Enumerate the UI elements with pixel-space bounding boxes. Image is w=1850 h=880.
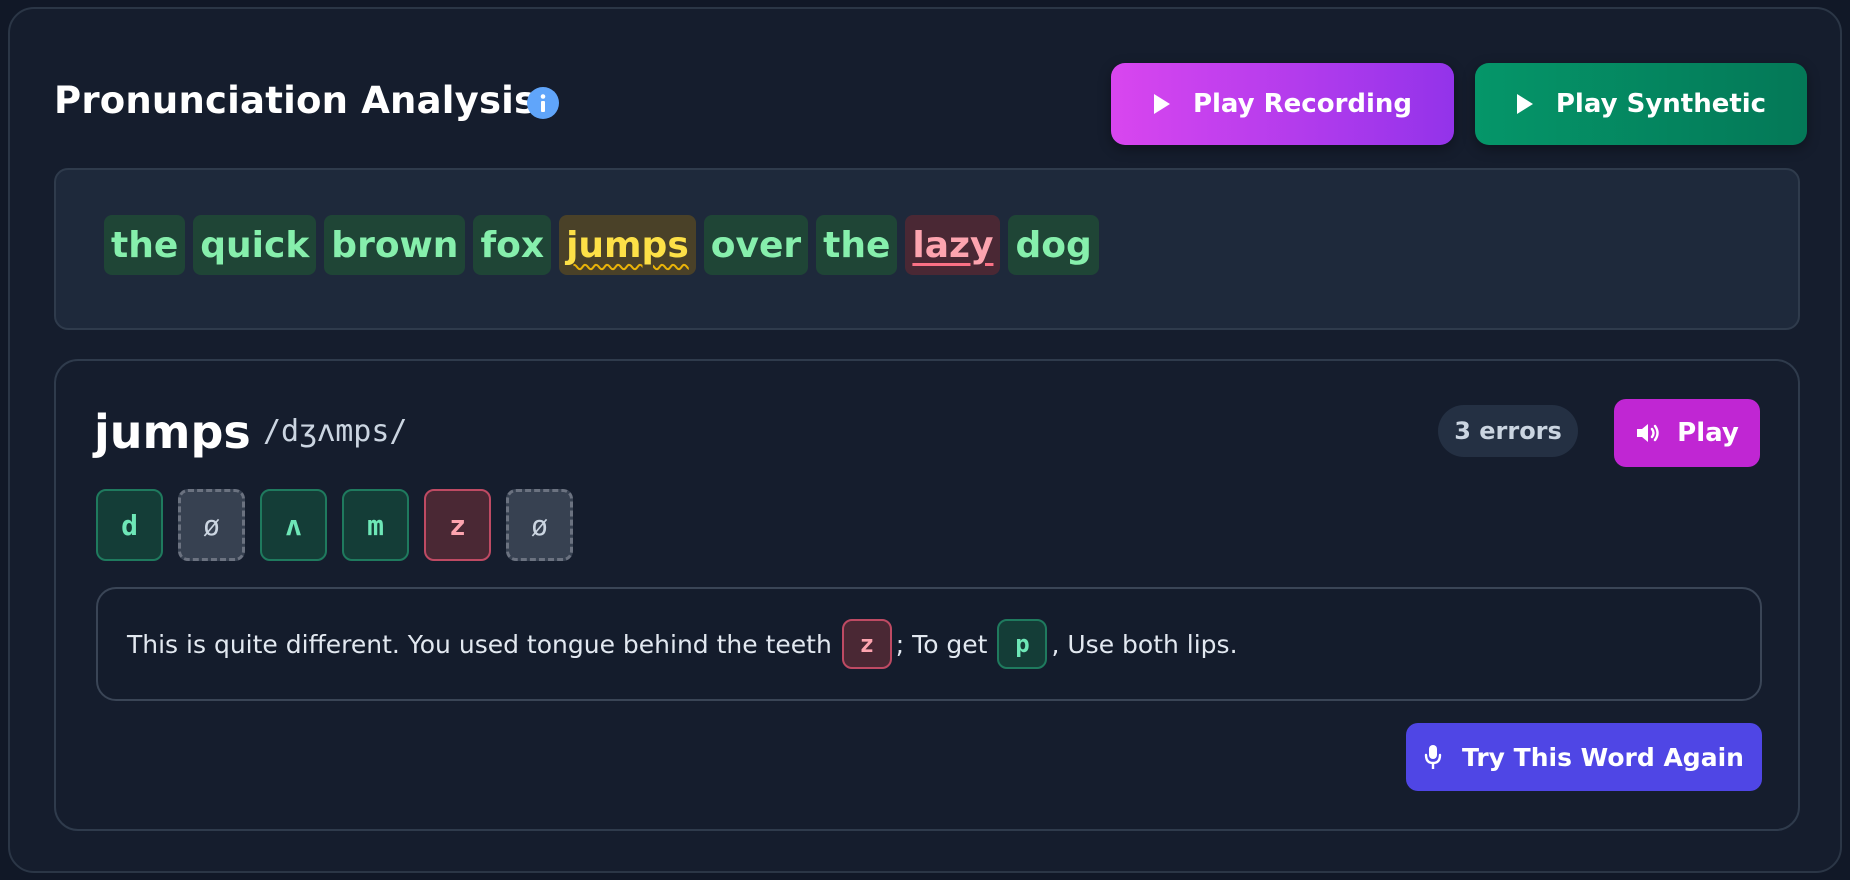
- feedback-text-1: This is quite different. You used tongue…: [127, 629, 832, 659]
- play-synthetic-button[interactable]: Play Synthetic: [1475, 63, 1807, 145]
- phoneme-list: d ø ʌ m z ø: [96, 489, 573, 561]
- ipa-transcription: /dʒʌmps/: [263, 414, 408, 449]
- speaker-icon: [1637, 424, 1659, 442]
- play-icon: [1153, 94, 1170, 114]
- try-word-again-label: Try This Word Again: [1462, 742, 1744, 772]
- play-recording-button[interactable]: Play Recording: [1111, 63, 1454, 145]
- word-quick[interactable]: quick: [193, 215, 317, 275]
- word-dog[interactable]: dog: [1008, 215, 1099, 275]
- play-recording-label: Play Recording: [1192, 89, 1413, 119]
- feedback-text-3: , Use both lips.: [1051, 629, 1238, 659]
- detail-word: jumps: [94, 405, 251, 459]
- word-detail-panel: jumps /dʒʌmps/ 3 errors Play d ø ʌ m z ø…: [54, 359, 1800, 831]
- play-word-label: Play: [1677, 418, 1739, 448]
- info-icon[interactable]: [527, 87, 559, 119]
- word-the[interactable]: the: [104, 215, 186, 275]
- analysis-card: Pronunciation Analysis Play Recording Pl…: [8, 7, 1842, 873]
- feedback-phoneme-chip-error: z: [841, 619, 892, 669]
- phoneme-tile[interactable]: d: [96, 489, 163, 561]
- play-word-button[interactable]: Play: [1614, 399, 1760, 467]
- sentence-words: the quick brown fox jumps over the lazy …: [104, 215, 1099, 275]
- word-fox[interactable]: fox: [473, 215, 552, 275]
- phoneme-tile[interactable]: ʌ: [260, 489, 327, 561]
- microphone-icon: [1424, 745, 1442, 769]
- page-title: Pronunciation Analysis: [54, 79, 537, 122]
- word-the-2[interactable]: the: [816, 215, 898, 275]
- play-synthetic-label: Play Synthetic: [1555, 89, 1767, 119]
- play-icon: [1516, 94, 1533, 114]
- word-over[interactable]: over: [703, 215, 809, 275]
- feedback-phoneme-chip-target: p: [997, 619, 1048, 669]
- phoneme-tile[interactable]: m: [342, 489, 409, 561]
- feedback-box: This is quite different. You used tongue…: [96, 587, 1762, 701]
- feedback-text-2: ; To get: [895, 629, 988, 659]
- word-brown[interactable]: brown: [324, 215, 466, 275]
- word-lazy[interactable]: lazy: [905, 215, 1001, 275]
- sentence-panel: the quick brown fox jumps over the lazy …: [54, 168, 1800, 330]
- try-word-again-button[interactable]: Try This Word Again: [1406, 723, 1762, 791]
- header: Pronunciation Analysis Play Recording Pl…: [54, 63, 1807, 145]
- phoneme-tile-error[interactable]: z: [424, 489, 491, 561]
- phoneme-tile-missing[interactable]: ø: [506, 489, 573, 561]
- errors-badge: 3 errors: [1438, 405, 1578, 457]
- word-jumps[interactable]: jumps: [559, 215, 696, 275]
- phoneme-tile-missing[interactable]: ø: [178, 489, 245, 561]
